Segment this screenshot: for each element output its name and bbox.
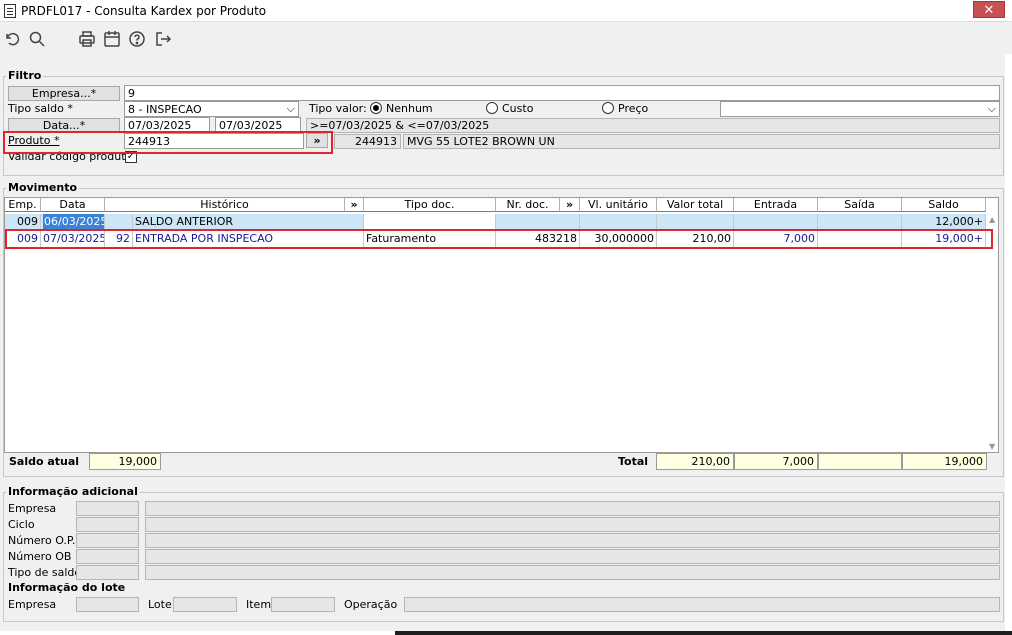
col-nr-doc[interactable]: Nr. doc. xyxy=(496,198,560,212)
cell-saldo: 12,000+ xyxy=(902,214,986,230)
data-expression: >=07/03/2025 & <=07/03/2025 xyxy=(306,118,1000,133)
radio-custo-label: Custo xyxy=(502,102,534,115)
col-valor-total[interactable]: Valor total xyxy=(657,198,734,212)
cell-vl-unitario xyxy=(580,214,657,230)
info-ob-code xyxy=(76,549,139,564)
col-expand-2[interactable]: » xyxy=(560,198,580,212)
info-op-code xyxy=(76,533,139,548)
tipo-valor-select[interactable]: ⌵ xyxy=(720,101,1000,117)
lote-legend: Informação do lote xyxy=(6,581,128,594)
info-ciclo-label: Ciclo xyxy=(8,518,35,531)
print-icon[interactable] xyxy=(76,28,98,50)
cell-historico: SALDO ANTERIOR xyxy=(133,214,364,230)
undo-icon[interactable] xyxy=(1,28,23,50)
lote-item-field xyxy=(271,597,335,612)
tipo-valor-label: Tipo valor: xyxy=(309,102,367,115)
info-tipo-saldo-label: Tipo de saldo xyxy=(8,566,82,579)
col-saida[interactable]: Saída xyxy=(818,198,902,212)
info-op-desc xyxy=(145,533,1000,548)
chevron-up-icon[interactable]: ▲ xyxy=(989,215,995,224)
title-bar: PRDFL017 - Consulta Kardex por Produto ✕ xyxy=(0,0,1012,22)
total-saida xyxy=(818,453,902,470)
info-op-label: Número O.P. xyxy=(8,534,76,547)
cell-data-value: 06/03/2025 xyxy=(43,214,104,229)
cell-num xyxy=(105,214,133,230)
info-legend: Informação adicional xyxy=(6,485,140,498)
saldo-atual-label: Saldo atual xyxy=(9,455,80,468)
col-data[interactable]: Data xyxy=(41,198,105,212)
col-emp[interactable]: Emp. xyxy=(5,198,41,212)
cell-nr-doc xyxy=(496,214,580,230)
calendar-icon[interactable] xyxy=(101,28,123,50)
chevron-down-icon: ⌵ xyxy=(987,102,996,115)
total-valor: 210,00 xyxy=(656,453,734,470)
cell-tipo-doc xyxy=(364,214,496,230)
info-ob-label: Número OB xyxy=(8,550,72,563)
taskbar-edge xyxy=(395,631,1012,635)
window-title: PRDFL017 - Consulta Kardex por Produto xyxy=(21,4,267,18)
close-button[interactable]: ✕ xyxy=(973,1,1005,18)
lote-lote-label: Lote xyxy=(148,598,172,611)
search-icon[interactable] xyxy=(26,28,48,50)
help-icon[interactable] xyxy=(126,28,148,50)
col-historico[interactable]: Histórico xyxy=(105,198,345,212)
total-saldo: 19,000 xyxy=(902,453,987,470)
window-edge xyxy=(1005,22,1012,635)
radio-nenhum[interactable] xyxy=(370,102,382,114)
radio-nenhum-label: Nenhum xyxy=(386,102,433,115)
radio-preco[interactable] xyxy=(602,102,614,114)
produto-code: 244913 xyxy=(334,134,401,149)
highlight-row xyxy=(5,229,993,249)
lote-operacao-label: Operação xyxy=(344,598,398,611)
col-saldo[interactable]: Saldo xyxy=(902,198,986,212)
filtro-legend: Filtro xyxy=(6,69,44,82)
tipo-saldo-value: 8 - INSPECAO xyxy=(128,103,202,116)
grid-scrollbar[interactable]: ▲ ▼ xyxy=(987,213,999,453)
empresa-button[interactable]: Empresa...* xyxy=(8,86,120,101)
radio-custo[interactable] xyxy=(486,102,498,114)
info-ciclo-code xyxy=(76,517,139,532)
cell-entrada xyxy=(734,214,818,230)
info-ob-desc xyxy=(145,549,1000,564)
tipo-saldo-label: Tipo saldo * xyxy=(8,102,73,115)
lote-item-label: Item xyxy=(246,598,272,611)
info-tipo-saldo-code xyxy=(76,565,139,580)
bottom-strip xyxy=(0,631,395,635)
total-label: Total xyxy=(618,455,649,468)
info-empresa-code xyxy=(76,501,139,516)
cell-emp: 009 xyxy=(5,214,41,230)
chevron-down-icon: ⌵ xyxy=(286,102,295,115)
window-icon xyxy=(4,4,16,18)
movimento-legend: Movimento xyxy=(6,181,80,194)
lote-lote-field xyxy=(173,597,237,612)
total-entrada: 7,000 xyxy=(734,453,818,470)
chevron-down-icon[interactable]: ▼ xyxy=(989,442,995,451)
saldo-atual-value: 19,000 xyxy=(89,453,161,470)
highlight-produto xyxy=(3,131,333,154)
cell-data: 06/03/2025 xyxy=(41,214,105,230)
info-tipo-saldo-desc xyxy=(145,565,1000,580)
col-entrada[interactable]: Entrada xyxy=(734,198,818,212)
info-ciclo-desc xyxy=(145,517,1000,532)
radio-preco-label: Preço xyxy=(618,102,649,115)
empresa-field[interactable]: 9 xyxy=(124,85,1000,101)
cell-valor-total xyxy=(657,214,734,230)
lote-operacao-field xyxy=(404,597,1000,612)
cell-saida xyxy=(818,214,902,230)
info-empresa-desc xyxy=(145,501,1000,516)
col-vl-unitario[interactable]: Vl. unitário xyxy=(580,198,657,212)
col-expand-1[interactable]: » xyxy=(345,198,364,212)
exit-icon[interactable] xyxy=(152,28,174,50)
toolbar xyxy=(0,22,1012,54)
tipo-saldo-select[interactable]: 8 - INSPECAO ⌵ xyxy=(124,101,299,117)
info-empresa-label: Empresa xyxy=(8,502,57,515)
lote-empresa-label: Empresa xyxy=(8,598,57,611)
col-tipo-doc[interactable]: Tipo doc. xyxy=(364,198,496,212)
produto-description: MVG 55 LOTE2 BROWN UN xyxy=(403,134,1000,149)
lote-empresa-field xyxy=(76,597,139,612)
